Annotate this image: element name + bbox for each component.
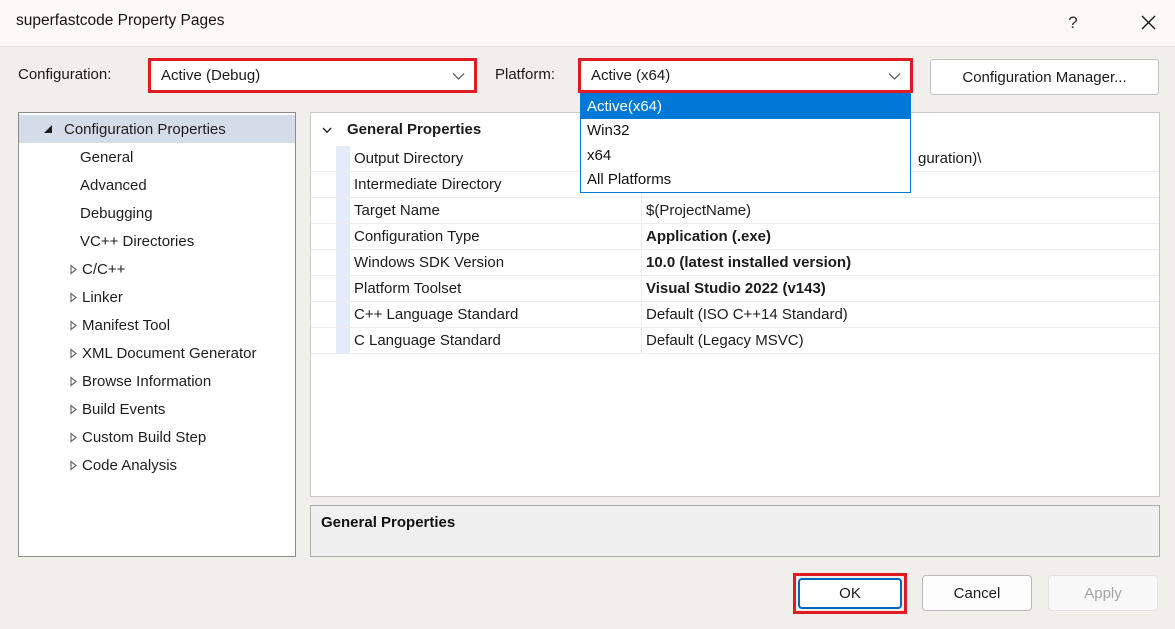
ok-button-label: OK (839, 585, 861, 602)
tree-item-debugging[interactable]: Debugging (19, 199, 295, 227)
row-gutter (336, 224, 350, 249)
tree-item-label: Build Events (82, 400, 166, 418)
platform-combobox-value: Active (x64) (591, 67, 671, 84)
configuration-manager-button[interactable]: Configuration Manager... (930, 59, 1159, 95)
property-name: Target Name (354, 202, 440, 219)
tree-item-label: Custom Build Step (82, 428, 207, 446)
tree-item-label: C/C++ (82, 260, 126, 278)
property-row-target-name[interactable]: Target Name $(ProjectName) (311, 198, 1159, 224)
collapsed-triangle-icon[interactable] (67, 291, 79, 303)
configuration-combo-highlight: Active (Debug) (148, 58, 477, 93)
configuration-combobox[interactable]: Active (Debug) (151, 61, 474, 90)
property-row-windows-sdk-version[interactable]: Windows SDK Version 10.0 (latest install… (311, 250, 1159, 276)
platform-combobox[interactable]: Active (x64) (581, 61, 910, 90)
cancel-button[interactable]: Cancel (922, 575, 1032, 611)
property-value[interactable]: Default (Legacy MSVC) (646, 332, 804, 349)
property-name: Windows SDK Version (354, 254, 505, 271)
row-gutter (336, 250, 350, 275)
tree-item-c-cpp[interactable]: C/C++ (19, 255, 295, 283)
property-pages-dialog: { "window": { "title": "superfastcode Pr… (0, 0, 1175, 629)
dropdown-item-all-platforms[interactable]: All Platforms (581, 168, 910, 193)
collapsed-triangle-icon[interactable] (67, 319, 79, 331)
property-value[interactable]: 10.0 (latest installed version) (646, 254, 851, 271)
collapsed-triangle-icon[interactable] (67, 431, 79, 443)
tree-item-code-analysis[interactable]: Code Analysis (19, 451, 295, 479)
collapsed-triangle-icon[interactable] (67, 375, 79, 387)
close-icon (1141, 15, 1155, 30)
collapsed-triangle-icon[interactable] (67, 263, 79, 275)
description-box: General Properties (310, 505, 1160, 557)
tree-item-linker[interactable]: Linker (19, 283, 295, 311)
tree-item-general[interactable]: General (19, 143, 295, 171)
property-row-platform-toolset[interactable]: Platform Toolset Visual Studio 2022 (v14… (311, 276, 1159, 302)
tree-item-label: Configuration Properties (64, 120, 226, 138)
title-bar: superfastcode Property Pages ? (0, 0, 1175, 47)
property-row-c-language-standard[interactable]: C Language Standard Default (Legacy MSVC… (311, 328, 1159, 354)
property-name: C Language Standard (354, 332, 501, 349)
apply-button: Apply (1048, 575, 1158, 611)
dropdown-item-x64[interactable]: x64 (581, 143, 910, 168)
tree-item-label: Code Analysis (82, 456, 178, 474)
property-value[interactable]: Default (ISO C++14 Standard) (646, 306, 848, 323)
collapsed-triangle-icon[interactable] (67, 403, 79, 415)
property-value[interactable]: Visual Studio 2022 (v143) (646, 280, 826, 297)
collapsed-triangle-icon[interactable] (67, 347, 79, 359)
configuration-manager-label: Configuration Manager... (962, 68, 1127, 86)
help-icon: ? (1068, 12, 1078, 32)
tree-item-configuration-properties[interactable]: Configuration Properties (19, 115, 295, 143)
row-gutter (336, 276, 350, 301)
tree-item-label: Debugging (80, 204, 153, 222)
property-value[interactable]: $(ProjectName) (646, 202, 751, 219)
tree-item-build-events[interactable]: Build Events (19, 395, 295, 423)
tree-item-browse-information[interactable]: Browse Information (19, 367, 295, 395)
chevron-down-icon (452, 67, 465, 84)
chevron-down-icon (322, 127, 332, 133)
section-header-label: General Properties (347, 121, 482, 138)
tree-item-label: General (80, 148, 134, 166)
row-gutter (336, 146, 350, 171)
tree-item-label: Browse Information (82, 372, 212, 390)
window-title: superfastcode Property Pages (16, 12, 225, 29)
configuration-tree: Configuration Properties General Advance… (18, 112, 296, 557)
apply-button-label: Apply (1084, 584, 1122, 602)
dropdown-item-win32[interactable]: Win32 (581, 119, 910, 144)
platform-dropdown-list: Active(x64) Win32 x64 All Platforms (580, 93, 911, 193)
row-gutter (336, 198, 350, 223)
ok-button-highlight: OK (793, 573, 907, 614)
row-gutter (336, 302, 350, 327)
tree-item-label: XML Document Generator (82, 344, 257, 362)
cancel-button-label: Cancel (953, 584, 1001, 602)
property-name: Platform Toolset (354, 280, 462, 297)
configuration-combobox-value: Active (Debug) (161, 67, 261, 84)
help-button[interactable]: ? (1056, 0, 1090, 45)
property-name: Configuration Type (354, 228, 480, 245)
row-gutter (336, 172, 350, 197)
tree-item-label: Linker (82, 288, 123, 306)
configuration-label: Configuration: (18, 66, 112, 83)
tree-item-label: VC++ Directories (80, 232, 195, 250)
expanded-triangle-icon[interactable] (42, 124, 54, 134)
property-row-configuration-type[interactable]: Configuration Type Application (.exe) (311, 224, 1159, 250)
tree-item-label: Advanced (80, 176, 147, 194)
row-gutter (336, 328, 350, 353)
platform-label: Platform: (495, 66, 556, 83)
description-title: General Properties (321, 514, 456, 531)
dropdown-item-active-x64[interactable]: Active(x64) (581, 94, 910, 119)
tree-item-vcpp-directories[interactable]: VC++ Directories (19, 227, 295, 255)
tree-item-advanced[interactable]: Advanced (19, 171, 295, 199)
chevron-down-icon (888, 67, 901, 84)
tree-item-manifest-tool[interactable]: Manifest Tool (19, 311, 295, 339)
ok-button[interactable]: OK (798, 578, 902, 609)
collapsed-triangle-icon[interactable] (67, 459, 79, 471)
tree-item-label: Manifest Tool (82, 316, 171, 334)
platform-combo-highlight: Active (x64) (578, 58, 913, 93)
property-row-cpp-language-standard[interactable]: C++ Language Standard Default (ISO C++14… (311, 302, 1159, 328)
tree-item-custom-build-step[interactable]: Custom Build Step (19, 423, 295, 451)
property-value[interactable]: Application (.exe) (646, 228, 771, 245)
close-button[interactable] (1126, 0, 1170, 45)
tree-item-xml-document-generator[interactable]: XML Document Generator (19, 339, 295, 367)
property-name: C++ Language Standard (354, 306, 519, 323)
